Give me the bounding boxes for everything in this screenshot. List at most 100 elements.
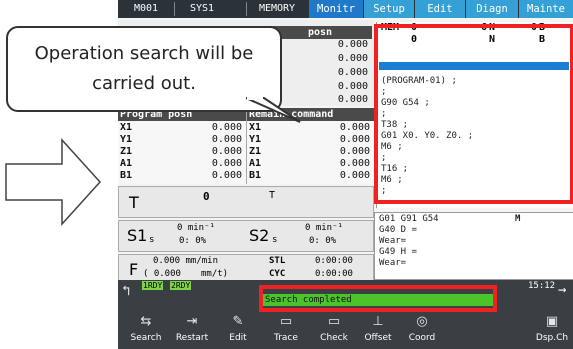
fkey-label: Offset (364, 333, 392, 343)
memory-display: MEMORY (258, 3, 296, 14)
axis-label: B1 (120, 170, 133, 181)
fkey-label: Search (130, 333, 162, 343)
axis-value: 0.000 (211, 134, 242, 145)
s1-rpm: 0 min⁻¹ (177, 223, 215, 233)
axis-value: 0.000 (211, 170, 242, 181)
restart-icon: ⇥ (186, 314, 198, 329)
fkey-label: Dsp.Ch (535, 333, 569, 343)
top-bar: M001 SYS1 MEMORY Monitr Setup Edit Diagn… (118, 0, 573, 18)
fkey-label: Check (320, 333, 348, 343)
tool-box: T 0 T (118, 186, 374, 218)
feed-unit: mm/t) (201, 269, 229, 279)
stl-value: 0:00:00 (315, 256, 353, 266)
menu-mainte[interactable]: Mainte (519, 0, 573, 18)
axis-value: 0.000 (211, 146, 242, 157)
modal-m: M (515, 214, 521, 224)
feed-sub: ( 0.000 (143, 269, 181, 279)
callout-tail (246, 96, 301, 123)
axis-label: A1 (120, 158, 133, 169)
work-posn-value: 0.000 (337, 39, 368, 50)
axis-label: B1 (249, 170, 262, 181)
fkey-edit[interactable]: ✎ Edit (216, 311, 260, 347)
tool-value: 0 (203, 190, 210, 203)
callout-bubble: Operation search will be carried out. (6, 26, 282, 112)
fkey-search[interactable]: ⇆ Search (124, 311, 168, 347)
callout-line-2: carried out. (92, 73, 196, 94)
fkey-label: Edit (229, 333, 247, 343)
modal-line: G49 H = (379, 247, 417, 257)
axis-value: 0.000 (211, 122, 242, 133)
axis-value: 0.000 (339, 134, 370, 145)
clock: 15:12 (528, 281, 556, 291)
stl-label: STL (269, 256, 286, 266)
work-posn-value: 0.000 (337, 81, 368, 92)
status-highlight-box (259, 285, 497, 312)
modal-line: Wear= (379, 236, 407, 246)
modal-info-panel: G01 G91 G54 G40 D = Wear= G49 H = Wear= … (374, 212, 573, 280)
program-posn-panel: Program posn X1 0.000 Y1 0.000 Z1 0.000 A1 0… (118, 108, 246, 184)
s1-pct: 0: 0% (179, 236, 207, 246)
axis-label: X1 (120, 122, 133, 133)
fkey-trace[interactable]: ▭ Trace (264, 311, 308, 347)
search-fkey-icon: ⇆ (140, 314, 152, 329)
axis-value: 0.000 (339, 170, 370, 181)
s1-sub: s (149, 235, 155, 245)
right-arrow-icon (5, 138, 102, 226)
menu-edit[interactable]: Edit (415, 0, 465, 18)
fkey-coord[interactable]: ◎ Coord (400, 311, 444, 347)
s2-label: S2 (249, 226, 270, 245)
work-posn-value: 0.000 (337, 67, 368, 78)
callout-line-1: Operation search will be (34, 43, 254, 64)
axis-label: Z1 (249, 146, 262, 157)
axis-value: 0.000 (339, 122, 370, 133)
modal-line: G01 G91 G54 (379, 214, 439, 224)
menu-setup[interactable]: Setup (364, 0, 414, 18)
menu-monitor[interactable]: Monitr (309, 0, 363, 18)
mode-display: M001 (133, 3, 159, 14)
back-arrow-icon[interactable]: ↰ (122, 283, 130, 299)
fkey-restart[interactable]: ⇥ Restart (170, 311, 214, 347)
axis-value: 0.000 (211, 158, 242, 169)
spindle-box: S1 s 0 min⁻¹ 0: 0% S2 s 0 min⁻¹ 0: 0% (118, 220, 374, 252)
offset-icon: ⊥ (372, 314, 384, 329)
display-change-icon: ▣ (545, 314, 559, 329)
work-posn-value: 0.000 (337, 94, 368, 105)
tool-label: T (129, 193, 139, 212)
rdy1-badge: 1RDY (142, 281, 164, 290)
axis-label: Y1 (120, 134, 133, 145)
tool-label-2: T (269, 190, 276, 201)
s2-sub: s (272, 235, 278, 245)
work-posn-header: posn (268, 26, 372, 39)
fkey-label: Coord (408, 333, 436, 343)
axis-label: Z1 (120, 146, 133, 157)
rdy2-badge: 2RDY (170, 281, 192, 290)
cyc-label: CYC (269, 269, 286, 279)
check-icon: ▭ (327, 314, 341, 329)
coord-icon: ◎ (416, 314, 428, 329)
s1-label: S1 (127, 226, 148, 245)
fkey-dsp-change[interactable]: ▣ Dsp.Ch (530, 311, 573, 347)
fkey-label: Trace (274, 333, 298, 343)
fkey-label: Restart (175, 333, 209, 343)
program-highlight-box (374, 24, 573, 204)
feed-label: F (129, 260, 139, 279)
fkey-offset[interactable]: ⊥ Offset (356, 311, 400, 347)
s2-pct: 0: 0% (309, 236, 337, 246)
modal-line: Wear= (379, 258, 407, 268)
edit-icon: ✎ (232, 314, 244, 329)
s2-rpm: 0 min⁻¹ (305, 223, 343, 233)
feed-value: 0.000 mm/min (153, 256, 219, 266)
function-key-bar: ⇆ Search ⇥ Restart ✎ Edit ▭ Trace ▭ Check ⊥ Of… (118, 309, 573, 349)
menu-diagn[interactable]: Diagn (466, 0, 518, 18)
axis-value: 0.000 (339, 146, 370, 157)
modal-line: G40 D = (379, 225, 417, 235)
system-display: SYS1 (189, 3, 215, 14)
axis-value: 0.000 (339, 158, 370, 169)
cyc-value: 0:00:00 (315, 269, 353, 279)
work-posn-value: 0.000 (337, 53, 368, 64)
fkey-check[interactable]: ▭ Check (312, 311, 356, 347)
axis-label: Y1 (249, 134, 262, 145)
axis-label: A1 (249, 158, 262, 169)
trace-icon: ▭ (279, 314, 293, 329)
right-arrow-nav-icon[interactable]: → (558, 282, 566, 298)
